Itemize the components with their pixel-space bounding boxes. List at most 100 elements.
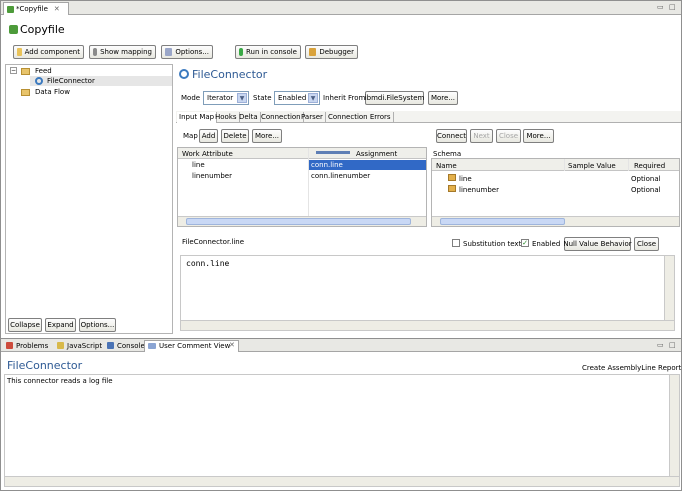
horizontal-scrollbar[interactable] (432, 216, 679, 226)
chevron-down-icon: ▼ (237, 93, 247, 103)
inherit-value: ibmdi.FileSystem (364, 94, 425, 102)
folder-icon (21, 89, 30, 96)
problems-icon (6, 342, 13, 349)
add-component-button[interactable]: Add component (13, 45, 84, 59)
null-value-behavior-button[interactable]: Null Value Behavior (563, 237, 632, 251)
debugger-button[interactable]: Debugger (305, 45, 358, 59)
horizontal-scrollbar[interactable] (181, 320, 674, 330)
schema-connect-label: Connect (437, 132, 466, 140)
close-icon[interactable]: ✕ (229, 341, 235, 349)
options-button[interactable]: Options... (161, 45, 213, 59)
schema-close-button[interactable]: Close (496, 129, 521, 143)
attribute-icon (448, 174, 456, 181)
collapse-toggle-icon[interactable]: − (10, 67, 17, 74)
collapse-label: Collapse (10, 321, 40, 329)
tab-javascript[interactable]: JavaScript (67, 342, 102, 350)
column-divider (628, 159, 629, 171)
tree-options-button[interactable]: Options... (79, 318, 116, 332)
options-label: Options... (175, 48, 209, 56)
row-assign: conn.line (311, 161, 343, 169)
map-more-label: More... (254, 132, 280, 140)
vertical-scrollbar[interactable] (669, 375, 679, 476)
inherit-from-button[interactable]: ibmdi.FileSystem (365, 91, 424, 105)
comment-text-area[interactable]: This connector reads a log file (4, 374, 680, 487)
page-title: Copyfile (20, 23, 65, 36)
schema-close-label: Close (498, 132, 519, 140)
tab-parser[interactable]: Parser (299, 112, 326, 123)
mapping-icon (93, 48, 98, 56)
tab-delta[interactable]: Delta (237, 112, 261, 123)
tab-input-map[interactable]: Input Map (177, 112, 218, 123)
options-icon (165, 48, 173, 56)
state-label: State (253, 94, 272, 102)
create-report-link[interactable]: Create AssemblyLine Report (582, 364, 681, 372)
tab-connection[interactable]: Connection (259, 112, 304, 123)
tree-item-connector-label: FileConnector (47, 77, 95, 85)
schema-row-required: Optional (631, 186, 661, 194)
mode-label: Mode (181, 94, 201, 102)
arrow-left-icon (316, 151, 350, 154)
script-editor[interactable]: conn.line (180, 255, 675, 331)
null-value-label: Null Value Behavior (563, 240, 632, 248)
schema-more-button[interactable]: More... (523, 129, 554, 143)
show-mapping-button[interactable]: Show mapping (89, 45, 156, 59)
schema-more-label: More... (526, 132, 551, 140)
run-icon (239, 48, 243, 56)
schema-next-label: Next (473, 132, 490, 140)
schema-connect-button[interactable]: Connect (436, 129, 467, 143)
script-close-button[interactable]: Close (634, 237, 659, 251)
tree-item-feed[interactable]: Feed (35, 67, 52, 75)
schema-row-name: line (459, 175, 472, 183)
show-mapping-label: Show mapping (100, 48, 152, 56)
scroll-thumb[interactable] (186, 218, 411, 225)
expand-button[interactable]: Expand (45, 318, 76, 332)
connector-more-label: More... (430, 94, 456, 102)
schema-title: Schema (433, 150, 462, 158)
map-more-button[interactable]: More... (252, 129, 282, 143)
tab-console[interactable]: Console (117, 342, 145, 350)
bottom-panel: Problems JavaScript Console User Comment… (0, 338, 682, 491)
javascript-icon (57, 342, 64, 349)
tab-connection-errors[interactable]: Connection Errors (326, 112, 394, 123)
connector-icon (179, 69, 189, 79)
run-in-console-button[interactable]: Run in console (235, 45, 301, 59)
enabled-checkbox[interactable]: ✓ (521, 239, 529, 247)
inherit-label: Inherit From (323, 94, 366, 102)
collapse-button[interactable]: Collapse (8, 318, 42, 332)
vertical-scrollbar[interactable] (664, 256, 674, 320)
horizontal-scrollbar[interactable] (5, 476, 679, 486)
maximize-icon[interactable]: □ (669, 3, 676, 11)
comment-title: FileConnector (7, 359, 83, 372)
subst-checkbox[interactable] (452, 239, 460, 247)
comment-text: This connector reads a log file (7, 377, 113, 385)
attribute-icon (448, 185, 456, 192)
minimize-icon[interactable]: ▭ (657, 3, 664, 11)
bottom-tab-bar (1, 339, 681, 352)
debugger-label: Debugger (319, 48, 354, 56)
tree-panel: − Feed FileConnector Data Flow (5, 64, 173, 334)
horizontal-scrollbar[interactable] (178, 216, 426, 226)
run-in-console-label: Run in console (245, 48, 297, 56)
state-select[interactable]: Enabled ▼ (274, 91, 320, 105)
minimize-icon[interactable]: ▭ (657, 341, 664, 349)
console-icon (107, 342, 114, 349)
debugger-icon (309, 48, 317, 56)
maximize-icon[interactable]: □ (669, 341, 676, 349)
col-assignment: Assignment (356, 150, 398, 158)
schema-row-required: Optional (631, 175, 661, 183)
scroll-thumb[interactable] (440, 218, 565, 225)
map-delete-button[interactable]: Delete (221, 129, 249, 143)
tree-item-data-flow[interactable]: Data Flow (35, 88, 70, 96)
tab-hooks[interactable]: Hooks (213, 112, 240, 123)
add-component-icon (17, 48, 22, 56)
close-icon[interactable]: ✕ (54, 5, 60, 13)
editor-tab-label: *Copyfile (16, 5, 48, 13)
map-add-button[interactable]: Add (199, 129, 218, 143)
connector-more-button[interactable]: More... (428, 91, 458, 105)
input-map-table: Work Attribute Assignment line conn.line… (177, 147, 427, 227)
editor-tab[interactable]: *Copyfile ✕ (3, 2, 69, 15)
mode-select[interactable]: Iterator ▼ (203, 91, 249, 105)
schema-next-button[interactable]: Next (470, 129, 493, 143)
schema-table: Name Sample Value Required line Optional… (431, 158, 680, 227)
tab-problems[interactable]: Problems (16, 342, 48, 350)
